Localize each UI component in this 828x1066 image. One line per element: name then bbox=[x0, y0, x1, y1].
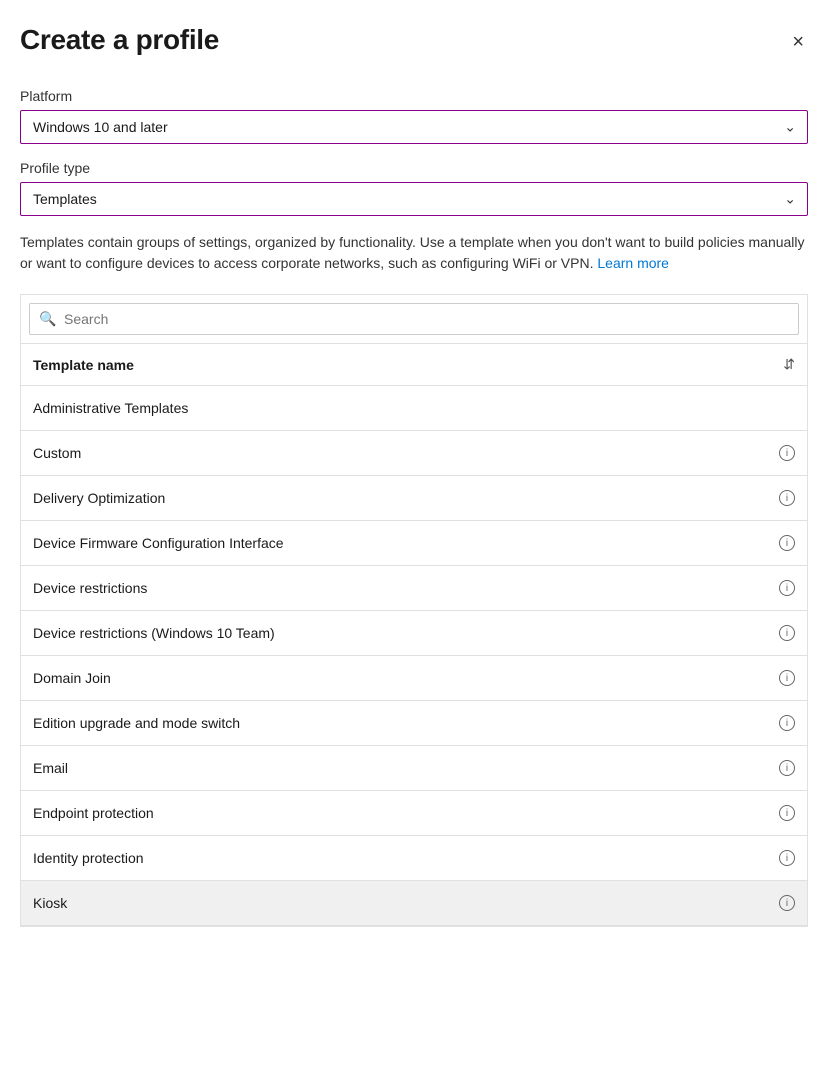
close-button[interactable]: × bbox=[788, 28, 808, 56]
table-row[interactable]: Delivery Optimization i bbox=[21, 476, 807, 521]
platform-select[interactable]: Windows 10 and laterWindows 8.1 and late… bbox=[20, 110, 808, 144]
table-row[interactable]: Edition upgrade and mode switch i bbox=[21, 701, 807, 746]
row-label: Edition upgrade and mode switch bbox=[33, 715, 773, 731]
row-label: Device Firmware Configuration Interface bbox=[33, 535, 773, 551]
row-label: Delivery Optimization bbox=[33, 490, 773, 506]
row-label: Domain Join bbox=[33, 670, 773, 686]
table-row[interactable]: Device restrictions (Windows 10 Team) i bbox=[21, 611, 807, 656]
info-icon[interactable]: i bbox=[779, 760, 795, 776]
learn-more-link[interactable]: Learn more bbox=[597, 255, 669, 271]
table-row[interactable]: Endpoint protection i bbox=[21, 791, 807, 836]
row-label: Custom bbox=[33, 445, 773, 461]
info-icon[interactable]: i bbox=[779, 580, 795, 596]
template-table: Template name ⇵ Administrative Templates… bbox=[20, 343, 808, 927]
row-label: Identity protection bbox=[33, 850, 773, 866]
table-header: Template name ⇵ bbox=[21, 343, 807, 386]
search-input[interactable] bbox=[29, 303, 799, 335]
search-icon: 🔍 bbox=[39, 311, 56, 328]
table-row[interactable]: Custom i bbox=[21, 431, 807, 476]
row-label: Email bbox=[33, 760, 773, 776]
platform-label: Platform bbox=[20, 88, 808, 104]
row-label: Device restrictions bbox=[33, 580, 773, 596]
info-icon[interactable]: i bbox=[779, 670, 795, 686]
search-wrapper: 🔍 bbox=[29, 303, 799, 335]
info-icon[interactable]: i bbox=[779, 625, 795, 641]
row-label: Kiosk bbox=[33, 895, 773, 911]
info-icon[interactable]: i bbox=[779, 805, 795, 821]
info-icon[interactable]: i bbox=[779, 535, 795, 551]
info-icon[interactable]: i bbox=[779, 715, 795, 731]
info-icon[interactable]: i bbox=[779, 895, 795, 911]
table-row[interactable]: Device Firmware Configuration Interface … bbox=[21, 521, 807, 566]
table-row[interactable]: Domain Join i bbox=[21, 656, 807, 701]
table-row[interactable]: Device restrictions i bbox=[21, 566, 807, 611]
create-profile-panel: Create a profile × Platform Windows 10 a… bbox=[0, 0, 828, 1066]
info-icon[interactable]: i bbox=[779, 850, 795, 866]
row-label: Administrative Templates bbox=[33, 400, 795, 416]
template-name-column-header: Template name bbox=[33, 357, 134, 373]
table-row[interactable]: Kiosk i bbox=[21, 881, 807, 926]
info-icon[interactable]: i bbox=[779, 490, 795, 506]
profile-type-select[interactable]: TemplatesSettings catalog bbox=[20, 182, 808, 216]
sort-icon[interactable]: ⇵ bbox=[783, 356, 795, 373]
table-row[interactable]: Administrative Templates bbox=[21, 386, 807, 431]
page-title: Create a profile bbox=[20, 24, 219, 56]
description-text: Templates contain groups of settings, or… bbox=[20, 232, 808, 274]
row-label: Device restrictions (Windows 10 Team) bbox=[33, 625, 773, 641]
profile-type-select-wrapper: TemplatesSettings catalog ⌄ bbox=[20, 182, 808, 216]
platform-group: Platform Windows 10 and laterWindows 8.1… bbox=[20, 88, 808, 144]
platform-select-wrapper: Windows 10 and laterWindows 8.1 and late… bbox=[20, 110, 808, 144]
table-row[interactable]: Identity protection i bbox=[21, 836, 807, 881]
profile-type-group: Profile type TemplatesSettings catalog ⌄ bbox=[20, 160, 808, 216]
table-row[interactable]: Email i bbox=[21, 746, 807, 791]
panel-header: Create a profile × bbox=[20, 24, 808, 56]
profile-type-label: Profile type bbox=[20, 160, 808, 176]
search-section: 🔍 bbox=[20, 294, 808, 343]
search-container: 🔍 bbox=[21, 295, 807, 343]
info-icon[interactable]: i bbox=[779, 445, 795, 461]
row-label: Endpoint protection bbox=[33, 805, 773, 821]
